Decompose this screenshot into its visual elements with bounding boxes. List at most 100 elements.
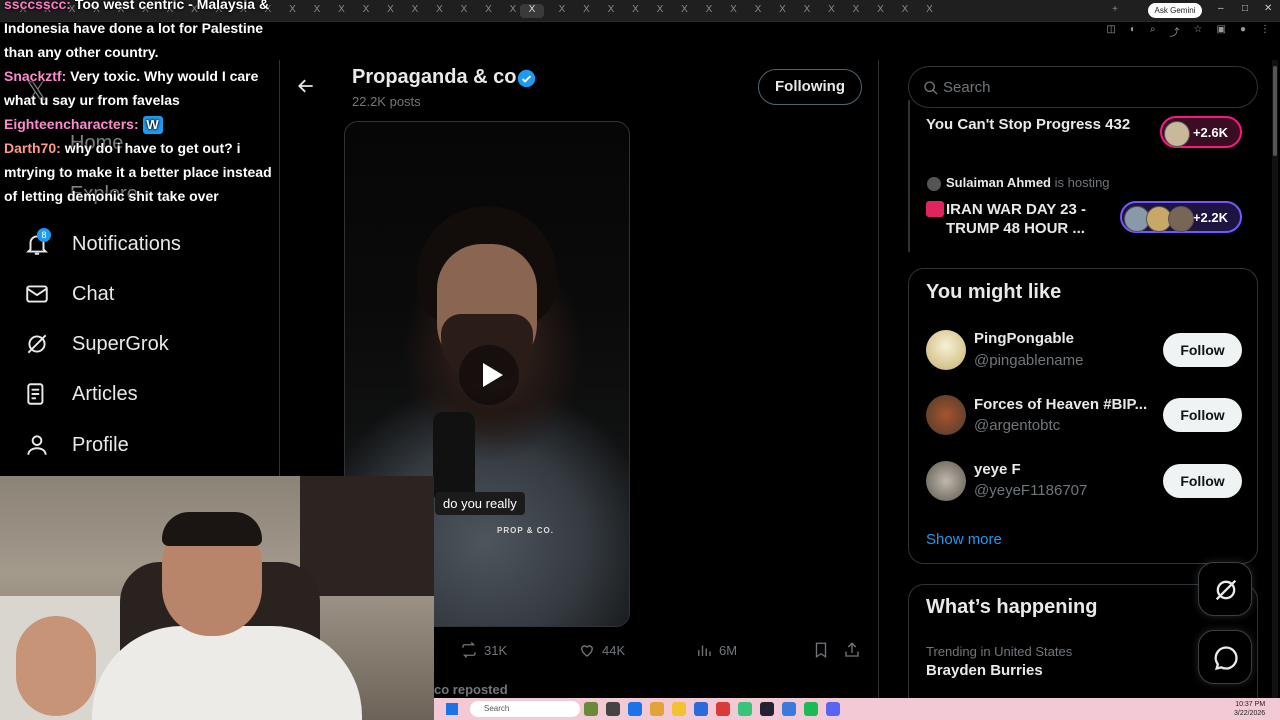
browser-tab[interactable]: X bbox=[355, 4, 377, 18]
browser-tab[interactable]: X bbox=[870, 4, 892, 18]
chat-message: Darth70: why do i have to get out? i mtr… bbox=[4, 136, 279, 208]
search-input[interactable]: Search bbox=[908, 66, 1258, 108]
space-listeners-pill[interactable]: +2.2K bbox=[1120, 201, 1242, 233]
browser-tab[interactable]: X bbox=[551, 4, 573, 18]
browser-tab[interactable]: X bbox=[453, 4, 475, 18]
suggested-user-handle: @argentobtc bbox=[974, 417, 1061, 434]
browser-tab[interactable]: X bbox=[429, 4, 451, 18]
new-tab-button[interactable]: + bbox=[1104, 4, 1126, 18]
following-button[interactable]: Following bbox=[758, 69, 862, 105]
trend-context: Trending in United States bbox=[926, 644, 1073, 659]
nav-chat[interactable]: Chat bbox=[24, 274, 114, 314]
maximize-icon[interactable]: □ bbox=[1242, 3, 1248, 14]
browser-tab[interactable]: X bbox=[478, 4, 500, 18]
taskbar-app-icon[interactable] bbox=[650, 702, 664, 716]
space-title[interactable]: You Can't Stop Progress 432 bbox=[926, 116, 1130, 133]
nav-profile-label: Profile bbox=[72, 433, 129, 456]
follow-button[interactable]: Follow bbox=[1163, 333, 1242, 367]
suggested-user-avatar[interactable] bbox=[926, 461, 966, 501]
like-button[interactable]: 44K bbox=[578, 641, 625, 659]
browser-tab[interactable]: X bbox=[282, 4, 304, 18]
spotify-icon[interactable] bbox=[804, 702, 818, 716]
messages-floating-button[interactable] bbox=[1198, 630, 1252, 684]
taskbar-app-icon[interactable] bbox=[584, 702, 598, 716]
edge-icon[interactable] bbox=[628, 702, 642, 716]
browser-tab[interactable]: X bbox=[894, 4, 916, 18]
space-listeners-pill[interactable]: +2.6K bbox=[1160, 116, 1242, 148]
bookmark-star-icon[interactable]: ☆ bbox=[1194, 24, 1203, 40]
browser-tab[interactable]: X bbox=[723, 4, 745, 18]
space-host-name: Sulaiman Ahmed bbox=[946, 175, 1051, 190]
extensions-puzzle-icon[interactable]: ▣ bbox=[1217, 24, 1226, 40]
taskbar-app-icon[interactable] bbox=[738, 702, 752, 716]
active-browser-tab[interactable]: X bbox=[520, 4, 544, 18]
grok-icon bbox=[27, 334, 47, 354]
suggested-user-name[interactable]: Forces of Heaven #BIP... bbox=[974, 396, 1147, 413]
browser-tab[interactable]: X bbox=[674, 4, 696, 18]
nav-profile[interactable]: Profile bbox=[24, 425, 129, 465]
minimize-icon[interactable]: – bbox=[1218, 3, 1224, 14]
profile-name: Propaganda & co bbox=[352, 66, 517, 88]
follow-button[interactable]: Follow bbox=[1163, 398, 1242, 432]
share-button[interactable] bbox=[843, 641, 861, 659]
browser-tab[interactable]: X bbox=[331, 4, 353, 18]
follow-button[interactable]: Follow bbox=[1163, 464, 1242, 498]
browser-tab[interactable]: X bbox=[306, 4, 328, 18]
browser-tab[interactable]: X bbox=[600, 4, 622, 18]
nav-chat-label: Chat bbox=[72, 282, 115, 305]
taskbar-search[interactable]: Search bbox=[470, 701, 580, 717]
discord-icon[interactable] bbox=[826, 702, 840, 716]
taskbar-app-icon[interactable] bbox=[782, 702, 796, 716]
steam-icon[interactable] bbox=[760, 702, 774, 716]
windows-taskbar: Search 10:37 PM 3/22/2026 bbox=[434, 698, 1280, 720]
article-icon bbox=[27, 383, 44, 405]
ask-gemini-button[interactable]: Ask Gemini bbox=[1148, 3, 1202, 18]
taskbar-clock[interactable]: 10:37 PM 3/22/2026 bbox=[1234, 700, 1265, 718]
browser-tab[interactable]: X bbox=[919, 4, 941, 18]
profile-icon[interactable]: ● bbox=[1240, 24, 1246, 40]
browser-tab[interactable]: X bbox=[625, 4, 647, 18]
chrome-icon[interactable] bbox=[716, 702, 730, 716]
suggested-user-avatar[interactable] bbox=[926, 330, 966, 370]
grok-floating-button[interactable] bbox=[1198, 562, 1252, 616]
browser-tab[interactable]: X bbox=[576, 4, 598, 18]
trend-name[interactable]: Brayden Burries bbox=[926, 662, 1043, 679]
browser-tab[interactable]: X bbox=[821, 4, 843, 18]
browser-tab[interactable]: X bbox=[649, 4, 671, 18]
play-icon[interactable] bbox=[459, 345, 519, 405]
menu-kebab-icon[interactable]: ⋮ bbox=[1260, 24, 1270, 40]
show-more-link[interactable]: Show more bbox=[926, 531, 1002, 548]
folder-icon[interactable] bbox=[672, 702, 686, 716]
suggested-user-name[interactable]: yeye F bbox=[974, 461, 1021, 478]
bookmark-button[interactable] bbox=[812, 641, 830, 659]
zoom-icon[interactable]: ⌕ bbox=[1150, 24, 1156, 40]
browser-tab[interactable]: X bbox=[796, 4, 818, 18]
browser-tab[interactable]: X bbox=[772, 4, 794, 18]
column-divider bbox=[878, 60, 879, 700]
share-icon bbox=[845, 642, 859, 657]
back-arrow-icon[interactable] bbox=[296, 76, 316, 96]
views-button[interactable]: 6M bbox=[695, 641, 737, 659]
space-title[interactable]: IRAN WAR DAY 23 - TRUMP 48 HOUR ... bbox=[946, 200, 1116, 238]
nav-articles[interactable]: Articles bbox=[24, 374, 138, 414]
nav-supergrok[interactable]: SuperGrok bbox=[24, 324, 169, 364]
scrollbar-thumb[interactable] bbox=[1273, 66, 1277, 156]
page-scrollbar[interactable] bbox=[1272, 60, 1278, 700]
repost-button[interactable]: 31K bbox=[460, 641, 507, 659]
browser-tab[interactable]: X bbox=[380, 4, 402, 18]
browser-tab[interactable]: X bbox=[404, 4, 426, 18]
extension-icon[interactable]: ◐ bbox=[1130, 24, 1136, 40]
like-count: 44K bbox=[602, 642, 626, 658]
share-icon[interactable]: ⤴ bbox=[1170, 24, 1180, 40]
browser-tab[interactable]: X bbox=[698, 4, 720, 18]
suggested-user-name[interactable]: PingPongable bbox=[974, 330, 1074, 347]
taskbar-app-icon[interactable] bbox=[694, 702, 708, 716]
taskbar-app-icon[interactable] bbox=[606, 702, 620, 716]
browser-tab[interactable]: X bbox=[747, 4, 769, 18]
browser-tab[interactable]: X bbox=[845, 4, 867, 18]
extension-icon[interactable]: ◫ bbox=[1106, 24, 1115, 40]
suggested-user-avatar[interactable] bbox=[926, 395, 966, 435]
search-icon bbox=[924, 81, 938, 95]
close-icon[interactable]: ✕ bbox=[1264, 3, 1272, 14]
windows-start-icon[interactable] bbox=[446, 703, 458, 715]
